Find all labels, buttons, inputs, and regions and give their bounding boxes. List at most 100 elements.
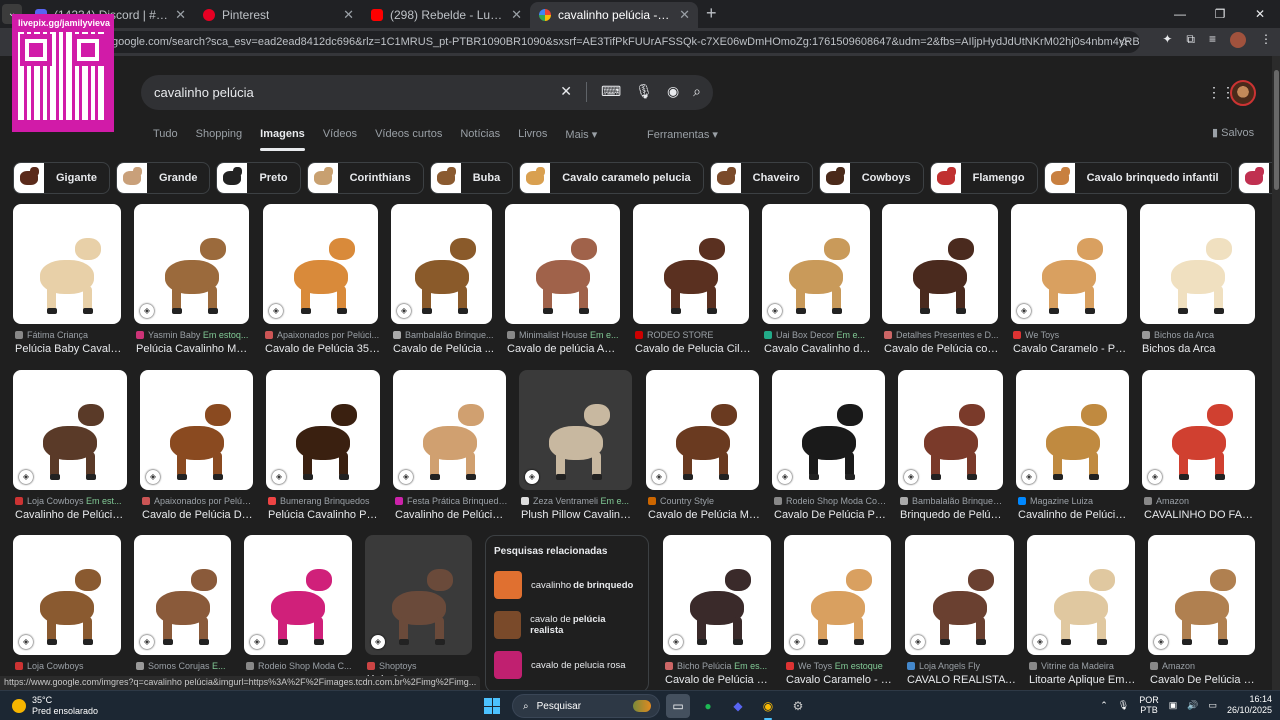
result-thumbnail[interactable]: ◈ [140, 370, 253, 490]
result-title[interactable]: Pelúcia Cavalinho Pas... [268, 509, 382, 521]
result-title[interactable]: Cavalo Caramelo - Pel... [1013, 343, 1129, 355]
battery-icon[interactable]: ▭ [1208, 700, 1217, 711]
chip-5[interactable]: Cavalo caramelo pelucia [519, 162, 704, 194]
image-result[interactable]: ◈ Vitrine da Madeira Litoarte Aplique Em … [1027, 535, 1137, 690]
image-result[interactable]: ◈ Apaixonados por Pelúci... Cavalo de Pel… [263, 204, 380, 360]
chip-10[interactable]: Cavalinho fantastico [1237, 162, 1272, 194]
search-icon[interactable]: ⌕ [693, 83, 701, 102]
task-view-icon[interactable]: ▭ [666, 694, 690, 718]
result-thumbnail[interactable]: ◈ [762, 204, 870, 324]
result-title[interactable]: Cavalinho de Pelúcia ... [15, 509, 129, 521]
image-result[interactable]: ◈ Rodeio Shop Moda Cou... Cavalo De Pelúc… [772, 370, 887, 526]
result-thumbnail[interactable] [505, 204, 620, 324]
result-source[interactable]: Detalhes Presentes e D... [884, 330, 1000, 340]
tab-videos[interactable]: Vídeos [323, 128, 357, 151]
chip-8[interactable]: Flamengo [929, 162, 1038, 194]
image-result[interactable]: ◈ We Toys Cavalo Caramelo - Pel... [1011, 204, 1129, 360]
image-result[interactable]: ◈ Zeza Ventrameli Em e... Plush Pillow Cav… [519, 370, 634, 526]
image-result[interactable]: Detalhes Presentes e D... Cavalo de Pelú… [882, 204, 1000, 360]
network-icon[interactable]: ▣ [1169, 700, 1178, 711]
result-thumbnail[interactable]: ◈ [263, 204, 378, 324]
result-source[interactable]: Minimalist House Em e... [507, 330, 622, 340]
image-result[interactable]: ◈ Somos Corujas E... [134, 535, 231, 690]
chip-3[interactable]: Corinthians [306, 162, 424, 194]
result-thumbnail[interactable]: ◈ [646, 370, 759, 490]
image-result[interactable]: ◈ Yasmin Baby Em estoq... Pelúcia Cavalinh… [134, 204, 251, 360]
result-title[interactable]: Plush Pillow Cavalinho... [521, 509, 634, 521]
image-result[interactable]: ◈ Bicho Pelúcia Em es... Cavalo de Pelúcia… [663, 535, 773, 690]
windows-start-icon[interactable] [484, 698, 500, 714]
result-title[interactable]: Cavalo De Pelúcia C... [1150, 674, 1257, 686]
volume-icon[interactable]: 🔊 [1187, 700, 1198, 711]
image-result[interactable]: ◈ Magazine Luiza Cavalinho de Pelúcia ... [1016, 370, 1131, 526]
chip-0[interactable]: Gigante [13, 162, 110, 194]
mic-icon[interactable]: 🎙 [1118, 700, 1129, 711]
result-source[interactable]: Fátima Criança [15, 330, 123, 340]
weather-widget[interactable]: 35°C Pred ensolarado [12, 695, 98, 717]
result-title[interactable]: Cavalo de Pelucia Cilin... [635, 343, 751, 355]
result-source[interactable]: Loja Cowboys [15, 661, 123, 671]
result-thumbnail[interactable]: ◈ [1148, 535, 1255, 655]
result-thumbnail[interactable] [13, 204, 121, 324]
tab-shopping[interactable]: Shopping [196, 128, 243, 151]
result-source[interactable]: Country Style [648, 496, 761, 506]
result-thumbnail[interactable]: ◈ [1011, 204, 1127, 324]
new-tab-button[interactable]: + [698, 3, 725, 28]
address-bar[interactable]: google.com/search?sca_esv=ead2ead8412dc6… [100, 31, 1140, 53]
discord-app-icon[interactable]: ◆ [726, 694, 750, 718]
related-item[interactable]: cavalinho de brinquedo [494, 565, 640, 605]
result-thumbnail[interactable]: ◈ [1016, 370, 1129, 490]
result-source[interactable]: Rodeio Shop Moda C... [246, 661, 354, 671]
result-title[interactable]: Cavalo Caramelo - P... [786, 674, 893, 686]
restore-icon[interactable]: ❐ [1200, 0, 1240, 28]
reading-list-icon[interactable]: ≡ [1209, 32, 1216, 48]
image-result[interactable]: ◈Shoptoys lúcia 28... [365, 535, 472, 690]
result-title[interactable]: Cavalo de Pelúcia ... [393, 343, 494, 355]
result-thumbnail[interactable]: ◈ [244, 535, 352, 655]
result-source[interactable]: Bicho Pelúcia Em es... [665, 661, 773, 671]
tab-all[interactable]: Tudo [153, 128, 178, 151]
scrollbar-thumb[interactable] [1274, 70, 1279, 190]
result-thumbnail[interactable]: ◈ [1142, 370, 1255, 490]
close-window-icon[interactable]: ✕ [1240, 0, 1280, 28]
image-result[interactable]: Fátima Criança Pelúcia Baby Cavalin... [13, 204, 123, 360]
tray-chevron-icon[interactable]: ⌃ [1100, 700, 1108, 711]
result-source[interactable]: Bambalalão Brinque... [393, 330, 494, 340]
image-result[interactable]: ◈ Amazon Cavalo De Pelúcia C... [1148, 535, 1257, 690]
tab-books[interactable]: Livros [518, 128, 547, 151]
minimize-icon[interactable]: — [1160, 0, 1200, 28]
chrome-icon[interactable]: ◉ [756, 694, 780, 720]
result-source[interactable]: Bambalalão Brinqued... [900, 496, 1005, 506]
result-thumbnail[interactable]: ◈ [519, 370, 632, 490]
result-thumbnail[interactable]: ◈ [1027, 535, 1135, 655]
image-result[interactable]: Bichos da Arca Bichos da Arca [1140, 204, 1255, 360]
result-thumbnail[interactable]: ◈ [13, 535, 121, 655]
result-source[interactable]: Somos Corujas E... [136, 661, 233, 671]
result-title[interactable]: Cavalo de Pelúcia 35 cm [265, 343, 380, 355]
result-title[interactable]: CAVALO REALISTA ... [907, 674, 1016, 686]
result-title[interactable]: Cavalo de Pelúcia Mar... [648, 509, 761, 521]
result-title[interactable]: Pelúcia Baby Cavalin... [15, 343, 123, 355]
image-result[interactable]: ◈ Bambalalão Brinqued... Brinquedo de Pel… [898, 370, 1005, 526]
result-thumbnail[interactable]: ◈ [905, 535, 1014, 655]
puzzle-icon[interactable]: ⧉ [1186, 32, 1195, 48]
result-source[interactable]: Shoptoys [367, 661, 474, 671]
microphone-icon[interactable]: 🎙 [635, 83, 653, 102]
result-title[interactable]: Cavalo De Pelúcia Pre... [774, 509, 887, 521]
result-thumbnail[interactable]: ◈ [391, 204, 492, 324]
menu-icon[interactable]: ⋮ [1260, 32, 1272, 48]
result-thumbnail[interactable]: ◈ [772, 370, 885, 490]
result-source[interactable]: RODEO STORE [635, 330, 751, 340]
result-source[interactable]: Apaixonados por Pelúci... [265, 330, 380, 340]
related-item[interactable]: cavalo de pelúcia realista [494, 605, 640, 645]
result-title[interactable]: Litoarte Aplique Em P... [1029, 674, 1137, 686]
result-thumbnail[interactable]: ◈ [898, 370, 1003, 490]
chip-1[interactable]: Grande [115, 162, 211, 194]
clock[interactable]: 16:14 26/10/2025 [1227, 694, 1272, 716]
result-title[interactable]: Cavalo de Pelúcia Deit... [142, 509, 255, 521]
result-source[interactable]: Rodeio Shop Moda Cou... [774, 496, 887, 506]
settings-app-icon[interactable]: ⚙ [786, 694, 810, 718]
result-source[interactable]: We Toys [1013, 330, 1129, 340]
image-result[interactable]: ◈ Loja Angels Fly CAVALO REALISTA ... [905, 535, 1016, 690]
close-icon[interactable]: ✕ [511, 7, 522, 23]
